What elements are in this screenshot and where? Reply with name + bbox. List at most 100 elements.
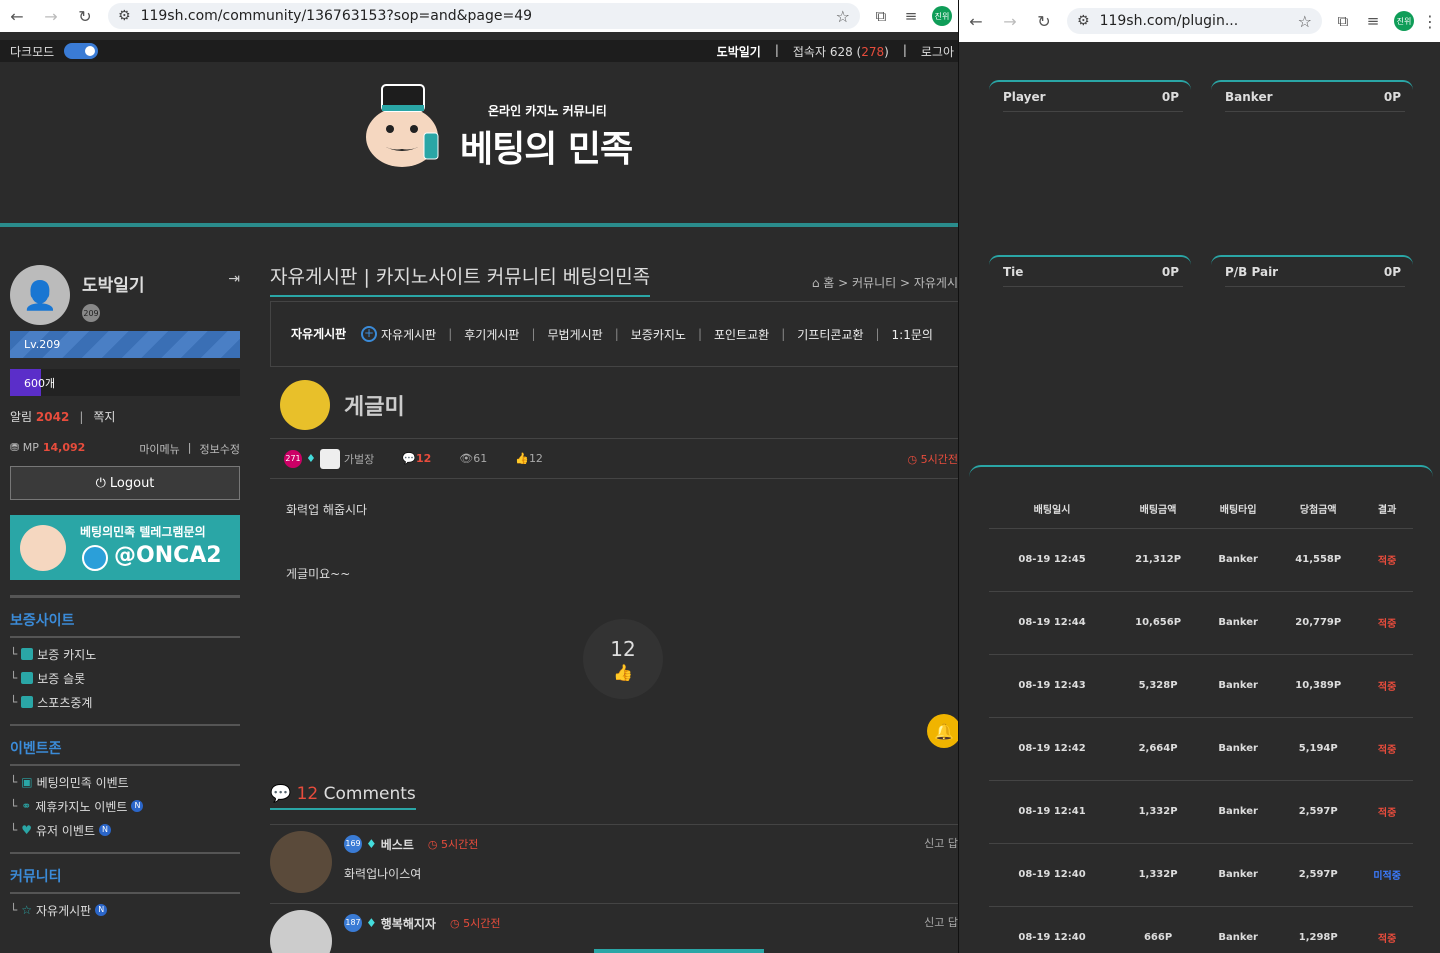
col-bet-type: 배팅타입 <box>1201 490 1276 529</box>
check-icon <box>21 696 34 708</box>
event-icon: ▣ <box>21 775 33 789</box>
dark-mode-toggle[interactable] <box>64 43 99 59</box>
sidebar-item-event-user[interactable]: └ ♥ 유저 이벤트 N <box>10 822 240 838</box>
cell-time: 08-19 12:43 <box>989 654 1116 718</box>
meta-comments: 12 <box>415 452 432 465</box>
table-row: 08-19 12:45 21,312P Banker 41,558P 적중 <box>989 528 1413 592</box>
user-link[interactable]: 도박일기 <box>717 43 761 60</box>
profile-avatar[interactable]: 진위 <box>932 6 952 26</box>
sidebar-item-sports[interactable]: └ 스포츠중계 <box>10 694 240 710</box>
commenter-avatar[interactable] <box>270 831 332 893</box>
subnav-lawless-board[interactable]: 무법게시판 <box>548 326 603 343</box>
back-icon[interactable]: ← <box>959 12 993 31</box>
sidebar-item-free-board[interactable]: └ ☆ 자유게시판 N <box>10 902 240 918</box>
check-icon <box>21 672 34 684</box>
author-name[interactable]: 게글미 <box>344 389 405 421</box>
divider: | <box>774 42 779 57</box>
address-bar[interactable]: ⚙ 119sh.com/plugin... ☆ <box>1067 8 1322 34</box>
subnav-point-exchange[interactable]: 포인트교환 <box>714 326 769 343</box>
section-guarantee-title[interactable]: 보증사이트 <box>10 610 240 632</box>
comment-actions[interactable]: 신고 답 <box>924 914 958 930</box>
subnav-gifticon-exchange[interactable]: 기프티콘교환 <box>797 326 863 343</box>
reload-icon[interactable]: ↻ <box>1027 12 1061 31</box>
media-queue-icon[interactable]: ≡ <box>896 7 926 25</box>
extensions-icon[interactable]: ⧉ <box>866 7 896 25</box>
breadcrumb: ⌂ 홈 > 커뮤니티 > 자유게시 <box>811 276 958 290</box>
cell-time: 08-19 12:44 <box>989 591 1116 655</box>
like-button[interactable]: 12 👍 <box>583 619 663 699</box>
mp-label: ⛃ MP 14,092 <box>10 441 86 454</box>
section-event-title[interactable]: 이벤트존 <box>10 738 240 760</box>
col-bet-amount: 배팅금액 <box>1115 490 1202 529</box>
menu-icon[interactable]: ⋮ <box>1420 12 1440 31</box>
my-menu-link[interactable]: 마이메뉴 <box>139 441 179 457</box>
media-queue-icon[interactable]: ≡ <box>1358 12 1388 30</box>
level-badge: 187 <box>344 914 362 932</box>
reload-icon[interactable]: ↻ <box>68 7 102 26</box>
logout-icon[interactable]: ⇥ <box>228 271 240 287</box>
bookmark-star-icon[interactable]: ☆ <box>836 7 850 26</box>
card-banker: Banker 0P <box>1225 82 1405 112</box>
cell-time: 08-19 12:40 <box>989 906 1116 953</box>
eye-icon: 👁 <box>459 452 474 465</box>
subnav-current: 자유게시판 <box>291 327 347 341</box>
banner-line2: @ONCA2 <box>114 543 222 568</box>
sidebar-item-guarantee-slot[interactable]: └ 보증 슬롯 <box>10 670 240 686</box>
commenter-name[interactable]: 행복해지자 <box>381 915 436 932</box>
bookmark-star-icon[interactable]: ☆ <box>1298 12 1312 31</box>
cell-result: 적중 <box>1361 717 1413 781</box>
like-count: 12 <box>610 636 636 661</box>
author-avatar[interactable] <box>280 379 330 430</box>
meta-user[interactable]: 가벌장 <box>344 451 374 467</box>
cell-type: Banker <box>1201 654 1276 718</box>
subnav-inquiry[interactable]: 1:1문의 <box>892 326 933 343</box>
commenter-avatar[interactable] <box>270 910 332 953</box>
section-community-title[interactable]: 커뮤니티 <box>10 866 240 888</box>
cell-time: 08-19 12:42 <box>989 717 1116 781</box>
cell-type: Banker <box>1201 843 1276 907</box>
mascot-icon <box>20 525 66 571</box>
back-icon[interactable]: ← <box>0 7 34 26</box>
divider: | <box>79 409 84 424</box>
edit-info-link[interactable]: 정보수정 <box>200 441 240 457</box>
alerts-link[interactable]: 알림 2042 <box>10 408 69 425</box>
logout-button[interactable]: ⏻ Logout <box>10 466 240 500</box>
extensions-icon[interactable]: ⧉ <box>1328 12 1358 30</box>
sidebar-item-event-partner[interactable]: └ ⚭ 제휴카지노 이벤트 N <box>10 798 240 814</box>
site-info-icon[interactable]: ⚙ <box>118 8 131 24</box>
logout-link[interactable]: 로그아 <box>921 43 954 60</box>
forward-icon[interactable]: → <box>34 7 68 26</box>
sidebar-item-event-main[interactable]: └ ▣ 베팅의민족 이벤트 <box>10 774 240 790</box>
comment-actions[interactable]: 신고 답 <box>924 835 958 851</box>
subnav-guarantee-casino[interactable]: 보증카지노 <box>631 326 686 343</box>
divider: | <box>187 441 192 454</box>
telegram-banner[interactable]: 베팅의민족 텔레그램문의 @ONCA2 <box>10 515 240 580</box>
site-logo[interactable]: 온라인 카지노 커뮤니티 베팅의 민족 <box>360 75 650 175</box>
bet-history-table: 배팅일시 배팅금액 배팅타입 당첨금액 결과 08-19 12:45 21,312… <box>989 490 1413 953</box>
comment-icon: 💬 <box>270 784 297 804</box>
site-info-icon[interactable]: ⚙ <box>1077 13 1090 29</box>
messages-link[interactable]: 쪽지 <box>93 408 115 425</box>
subnav-free-board[interactable]: 자유게시판 <box>381 326 436 343</box>
cell-time: 08-19 12:41 <box>989 780 1116 844</box>
commenter-name[interactable]: 베스트 <box>381 836 414 853</box>
divider <box>10 724 240 726</box>
forward-icon[interactable]: → <box>993 12 1027 31</box>
check-icon <box>21 648 34 660</box>
post-author: 게글미 <box>270 371 958 439</box>
profile-avatar[interactable]: 진위 <box>1394 11 1414 31</box>
horizontal-scrollbar[interactable] <box>594 949 764 953</box>
new-badge: N <box>95 904 108 916</box>
points-fill: 600개 <box>10 369 55 396</box>
level-badge: 169 <box>344 835 362 853</box>
home-icon: ⌂ <box>811 276 824 290</box>
address-bar[interactable]: ⚙ 119sh.com/community/136763153?sop=and&… <box>108 3 860 29</box>
bell-icon[interactable]: 🔔 <box>927 714 958 748</box>
cell-win: 1,298P <box>1275 906 1362 953</box>
user-avatar[interactable]: 👤 <box>10 265 70 325</box>
subnav-review-board[interactable]: 후기게시판 <box>464 326 519 343</box>
col-bet-time: 배팅일시 <box>989 490 1116 529</box>
divider <box>10 595 240 598</box>
cell-result: 적중 <box>1361 591 1413 655</box>
sidebar-item-guarantee-casino[interactable]: └ 보증 카지노 <box>10 646 240 662</box>
